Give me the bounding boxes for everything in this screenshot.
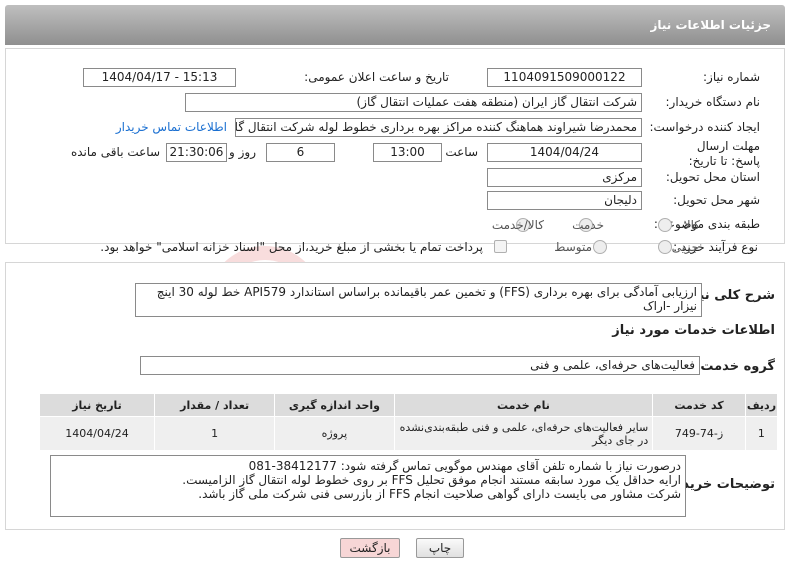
buyer-contact-link[interactable]: اطلاعات تماس خریدار <box>116 120 227 134</box>
process-jozi-radio[interactable] <box>658 240 672 254</box>
general-desc-line2: نیزار -اراک <box>642 299 697 313</box>
cell-service-code: ز-74-749 <box>652 416 746 451</box>
col-header-quantity: تعداد / مقدار <box>154 393 276 417</box>
process-jozi-label: جزیی <box>671 240 699 254</box>
days-field: 6 <box>266 143 335 162</box>
buyer-notes-line2: ارایه حداقل یک مورد سابقه مستند انجام مو… <box>182 473 681 487</box>
buyer-notes-line3: شرکت مشاور می بایست دارای گواهی صلاحیت ا… <box>198 487 681 501</box>
remaining-time-field: 21:30:06 <box>166 143 227 162</box>
city-field: دلیجان <box>487 191 642 210</box>
general-desc-field: ارزیابی آمادگی برای بهره برداری (FFS) و … <box>135 283 702 317</box>
announce-label: تاریخ و ساعت اعلان عمومی: <box>304 70 449 84</box>
back-button[interactable]: بازگشت <box>340 538 400 558</box>
services-section-title: اطلاعات خدمات مورد نیاز <box>612 323 775 338</box>
page-title: جزئیات اطلاعات نیاز <box>650 18 771 32</box>
process-motavaset-label: متوسط <box>554 240 592 254</box>
treasury-payment-note: پرداخت تمام یا بخشی از مبلغ خرید،از محل … <box>100 240 483 254</box>
need-details-panel: شرح کلی نیاز: ارزیابی آمادگی برای بهره ب… <box>5 262 785 530</box>
time-label: ساعت <box>445 145 478 159</box>
deadline-date-field: 1404/04/24 <box>487 143 642 162</box>
category-kala-label: کالا <box>683 218 700 232</box>
buyer-org-label: نام دستگاه خریدار: <box>665 95 761 109</box>
city-label: شهر محل تحویل: <box>673 193 760 207</box>
cell-quantity: 1 <box>154 416 276 451</box>
need-number-field: 1104091509000122 <box>487 68 642 87</box>
category-kala-khedmat-label: کالا/خدمت <box>491 218 544 232</box>
creator-field: محمدرضا شیراوند هماهنگ کننده مراکز بهره … <box>235 118 642 137</box>
process-motavaset-radio[interactable] <box>593 240 607 254</box>
cell-row-number: 1 <box>744 416 779 451</box>
col-header-service-name: نام خدمت <box>393 393 654 417</box>
province-label: استان محل تحویل: <box>665 170 760 184</box>
services-table: ردیف کد خدمت نام خدمت واحد اندازه گیری ت… <box>38 393 779 451</box>
general-desc-line1: ارزیابی آمادگی برای بهره برداری (FFS) و … <box>156 285 697 299</box>
cell-need-date: 1404/04/24 <box>38 416 156 451</box>
table-header-row: ردیف کد خدمت نام خدمت واحد اندازه گیری ت… <box>38 393 779 417</box>
cell-unit: پروژه <box>274 416 395 451</box>
need-info-panel: شماره نیاز: 1104091509000122 تاریخ و ساع… <box>5 48 785 244</box>
announce-field: 1404/04/17 - 15:13 <box>83 68 236 87</box>
province-field: مرکزی <box>487 168 642 187</box>
days-label: روز و <box>229 145 256 159</box>
category-khedmat-label: خدمت <box>572 218 604 232</box>
need-number-label: شماره نیاز: <box>703 70 760 84</box>
col-header-row-number: ردیف <box>744 393 779 417</box>
table-row: 1 ز-74-749 سایر فعالیت‌های حرفه‌ای، علمی… <box>38 416 779 451</box>
service-group-label: گروه خدمت: <box>695 359 775 374</box>
treasury-payment-checkbox[interactable] <box>494 240 507 253</box>
buyer-notes-line1: درصورت نیاز با شماره تلفن آقای مهندس موگ… <box>248 459 681 473</box>
print-button[interactable]: چاپ <box>416 538 464 558</box>
col-header-need-date: تاریخ نیاز <box>38 393 156 417</box>
cell-service-name: سایر فعالیت‌های حرفه‌ای، علمی و فنی طبقه… <box>393 416 654 451</box>
remaining-label: ساعت باقی مانده <box>70 145 160 159</box>
buyer-notes-field: درصورت نیاز با شماره تلفن آقای مهندس موگ… <box>50 455 686 517</box>
col-header-service-code: کد خدمت <box>652 393 746 417</box>
service-group-field: فعالیت‌های حرفه‌ای، علمی و فنی <box>140 356 700 375</box>
buyer-org-field: شرکت انتقال گاز ایران (منطقه هفت عملیات … <box>185 93 642 112</box>
col-header-unit: واحد اندازه گیری <box>274 393 395 417</box>
creator-label: ایجاد کننده درخواست: <box>649 120 760 134</box>
deadline-label: مهلت ارسال پاسخ: تا تاریخ: <box>688 139 760 168</box>
page-header: جزئیات اطلاعات نیاز <box>5 5 785 45</box>
deadline-time-field: 13:00 <box>373 143 442 162</box>
category-kala-radio[interactable] <box>658 218 672 232</box>
